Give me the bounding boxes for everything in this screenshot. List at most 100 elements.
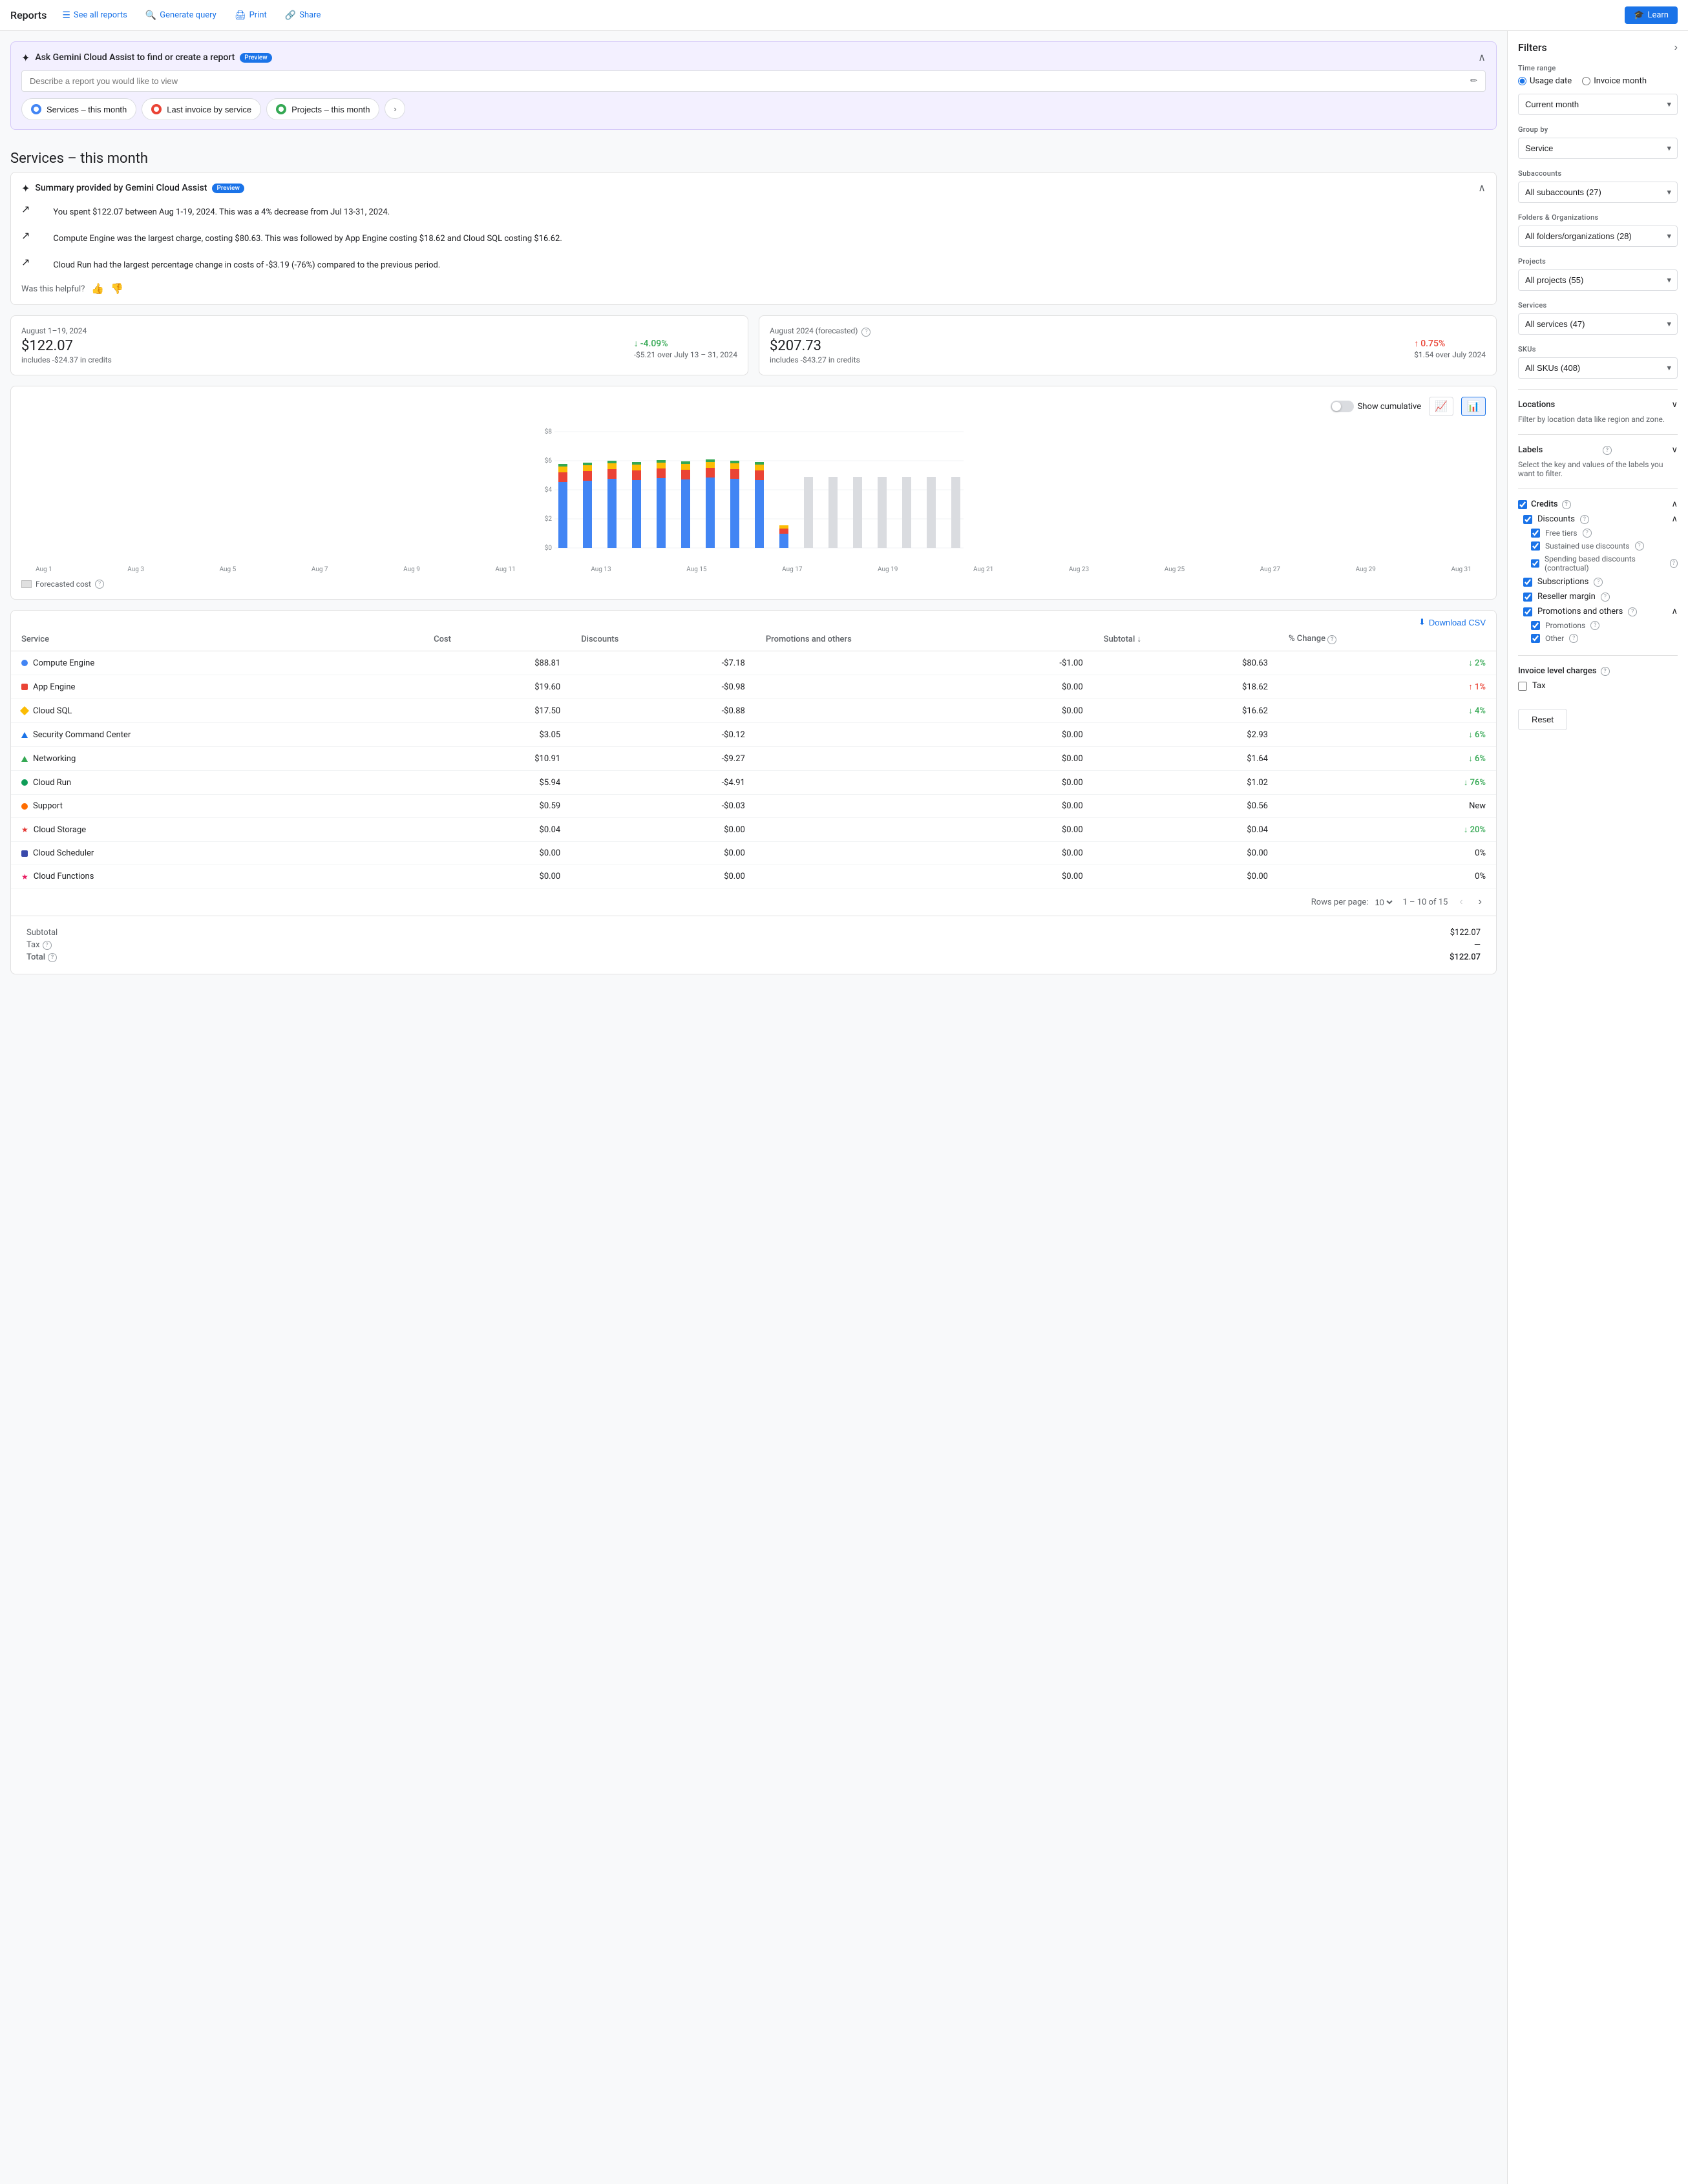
discounts-cell: -$7.18: [571, 651, 755, 675]
promotions-sub-help-icon[interactable]: ?: [1590, 621, 1599, 630]
reset-button[interactable]: Reset: [1518, 709, 1567, 730]
current-metric-card: August 1–19, 2024 $122.07 includes -$24.…: [10, 315, 748, 375]
cost-cell: $0.59: [423, 795, 571, 818]
forecasted-legend-help[interactable]: ?: [95, 580, 104, 589]
total-help-icon[interactable]: ?: [48, 953, 57, 962]
quick-report-projects[interactable]: Projects – this month: [266, 98, 379, 120]
subtotal-cell: $1.02: [1093, 771, 1278, 795]
learn-icon: 🎓: [1634, 10, 1644, 20]
group-by-select[interactable]: Service: [1518, 138, 1678, 159]
projects-wrap: All projects (55): [1518, 269, 1678, 291]
promos-cell: $0.00: [755, 723, 1093, 747]
tax-filter-checkbox[interactable]: [1518, 682, 1527, 691]
quick-reports-next-button[interactable]: ›: [385, 98, 405, 119]
summary-collapse-button[interactable]: ∧: [1478, 182, 1486, 194]
invoice-charges-help-icon[interactable]: ?: [1601, 667, 1610, 676]
skus-select[interactable]: All SKUs (408): [1518, 357, 1678, 379]
reseller-margin-help-icon[interactable]: ?: [1601, 593, 1610, 602]
reseller-margin-checkbox[interactable]: [1523, 593, 1532, 602]
projects-select[interactable]: All projects (55): [1518, 269, 1678, 291]
change-cell: 0%: [1278, 865, 1496, 888]
free-tiers-help-icon[interactable]: ?: [1583, 529, 1592, 538]
line-chart-button[interactable]: 📈: [1429, 397, 1453, 416]
show-cumulative-toggle[interactable]: Show cumulative: [1331, 401, 1422, 412]
free-tiers-checkbox[interactable]: [1531, 529, 1540, 538]
promotions-others-checkbox[interactable]: [1523, 607, 1532, 616]
prev-page-button[interactable]: ‹: [1455, 895, 1466, 909]
rows-per-page-select[interactable]: 10 25 50: [1372, 897, 1395, 908]
sustained-use-checkbox[interactable]: [1531, 541, 1540, 551]
see-all-reports-button[interactable]: ☰ See all reports: [54, 6, 135, 25]
discounts-cell: $0.00: [571, 842, 755, 865]
print-icon: 🖨: [235, 10, 246, 21]
locations-section: Locations ∨ Filter by location data like…: [1518, 397, 1678, 424]
change-cell: ↓ 4%: [1278, 699, 1496, 723]
locations-chevron-icon: ∨: [1671, 400, 1678, 410]
thumbs-up-button[interactable]: 👍: [91, 282, 104, 295]
discounts-help-icon[interactable]: ?: [1580, 515, 1589, 524]
download-csv-button[interactable]: ⬇ Download CSV: [1419, 617, 1486, 627]
subtotal-header[interactable]: Subtotal ↓: [1093, 627, 1278, 651]
change-cell: ↑ 1%: [1278, 675, 1496, 699]
locations-header[interactable]: Locations ∨: [1518, 397, 1678, 412]
cost-cell: $0.00: [423, 842, 571, 865]
labels-header[interactable]: Labels ? ∨: [1518, 443, 1678, 457]
folders-select[interactable]: All folders/organizations (28): [1518, 226, 1678, 247]
spending-based-help-icon[interactable]: ?: [1670, 559, 1678, 568]
subscriptions-help-icon[interactable]: ?: [1594, 578, 1603, 587]
labels-chevron-icon: ∨: [1671, 445, 1678, 455]
print-button[interactable]: 🖨 Print: [227, 6, 275, 25]
labels-help-icon[interactable]: ?: [1603, 446, 1612, 455]
toggle-switch[interactable]: [1331, 401, 1354, 412]
quick-report-services[interactable]: Services – this month: [21, 98, 136, 120]
next-page-button[interactable]: ›: [1475, 895, 1486, 909]
gemini-edit-icon: ✏: [1470, 76, 1477, 86]
labels-section: Labels ? ∨ Select the key and values of …: [1518, 443, 1678, 478]
service-name-cell: Cloud Scheduler: [11, 842, 423, 865]
subscriptions-checkbox[interactable]: [1523, 578, 1532, 587]
subaccounts-select[interactable]: All subaccounts (27): [1518, 182, 1678, 203]
forecasted-help-icon[interactable]: ?: [861, 328, 870, 337]
tax-row: Tax ? —: [21, 939, 1486, 951]
spending-based-checkbox[interactable]: [1531, 559, 1539, 568]
cost-cell: $88.81: [423, 651, 571, 675]
gemini-input[interactable]: [30, 76, 1470, 86]
quick-report-invoice[interactable]: Last invoice by service: [142, 98, 261, 120]
forecasted-legend: Forecasted cost ?: [21, 580, 1486, 589]
totals-table: Subtotal $122.07 Tax ? — Total ?: [21, 927, 1486, 963]
cost-header: Cost: [423, 627, 571, 651]
up-arrow-icon: ↑: [1414, 338, 1419, 349]
change-help-icon[interactable]: ?: [1327, 635, 1336, 644]
credits-header[interactable]: Credits ? ∧: [1518, 497, 1678, 512]
time-range-group: Time range Usage date Invoice month Curr…: [1518, 64, 1678, 115]
generate-query-button[interactable]: 🔍 Generate query: [138, 6, 224, 25]
sustained-use-help-icon[interactable]: ?: [1635, 541, 1644, 551]
share-button[interactable]: 🔗 Share: [277, 6, 329, 25]
filters-collapse-button[interactable]: ›: [1674, 42, 1678, 54]
gemini-collapse-button[interactable]: ∧: [1478, 51, 1486, 64]
usage-date-radio[interactable]: Usage date: [1518, 76, 1572, 86]
search-icon: 🔍: [145, 10, 156, 21]
table-row: Security Command Center $3.05 -$0.12 $0.…: [11, 723, 1496, 747]
invoice-month-radio[interactable]: Invoice month: [1582, 76, 1647, 86]
credits-section: Credits ? ∧ Discounts ? ∧ Free tiers ? S…: [1518, 497, 1678, 645]
credits-checkbox[interactable]: [1518, 500, 1527, 509]
filters-header: Filters ›: [1518, 41, 1678, 54]
discounts-checkbox[interactable]: [1523, 515, 1532, 524]
bar-chart-button[interactable]: 📊: [1461, 397, 1486, 416]
other-help-icon[interactable]: ?: [1569, 634, 1578, 643]
services-table: ⬇ Download CSV Service Cost Discounts Pr…: [10, 610, 1497, 974]
cost-cell: $5.94: [423, 771, 571, 795]
learn-button[interactable]: 🎓 Learn: [1625, 6, 1678, 24]
table-row: Networking $10.91 -$9.27 $0.00 $1.64 ↓ 6…: [11, 747, 1496, 771]
other-checkbox[interactable]: [1531, 634, 1540, 643]
pagination: Rows per page: 10 25 50 1 – 10 of 15 ‹ ›: [11, 888, 1496, 916]
promos-help-icon[interactable]: ?: [1628, 607, 1637, 616]
promotions-checkbox[interactable]: [1531, 621, 1540, 630]
credits-chevron-icon: ∧: [1671, 499, 1678, 509]
thumbs-down-button[interactable]: 👎: [111, 282, 123, 295]
credits-help-icon[interactable]: ?: [1562, 500, 1571, 509]
time-range-select[interactable]: Current month: [1518, 94, 1678, 115]
tax-help-icon[interactable]: ?: [43, 941, 52, 950]
services-select[interactable]: All services (47): [1518, 313, 1678, 335]
